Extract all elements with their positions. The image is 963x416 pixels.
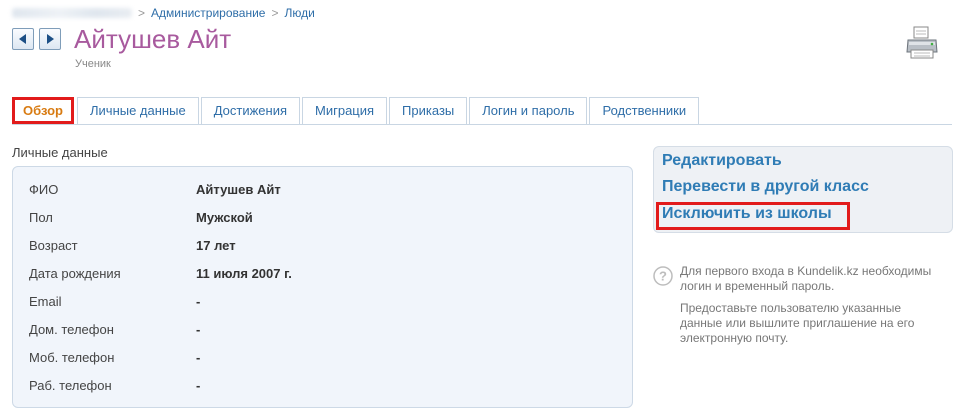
info-row-age: Возраст 17 лет [29, 235, 619, 255]
breadcrumb: > Администрирование > Люди [12, 6, 315, 20]
info-label: Email [29, 293, 62, 309]
breadcrumb-separator: > [138, 6, 146, 20]
tab-orders[interactable]: Приказы [389, 97, 468, 124]
breadcrumb-blurred-school [12, 8, 132, 18]
info-label: ФИО [29, 181, 59, 197]
tab-overview[interactable]: Обзор [12, 97, 74, 124]
record-navigation [12, 28, 61, 50]
info-row-gender: Пол Мужской [29, 207, 619, 227]
page-title: Айтушев Айт [74, 24, 232, 54]
help-icon: ? [653, 266, 673, 291]
svg-text:?: ? [659, 269, 667, 284]
info-row-work-phone: Раб. телефон - [29, 375, 619, 395]
next-button[interactable] [39, 28, 61, 50]
info-value: 11 июля 2007 г. [196, 265, 292, 281]
breadcrumb-people-link[interactable]: Люди [284, 6, 314, 20]
info-label: Дом. телефон [29, 321, 114, 337]
tab-migration[interactable]: Миграция [302, 97, 388, 124]
info-label: Раб. телефон [29, 377, 112, 393]
info-value: 17 лет [196, 237, 236, 253]
page-subtitle: Ученик [75, 58, 111, 70]
arrow-left-icon [19, 34, 26, 44]
arrow-right-icon [47, 34, 54, 44]
info-row-home-phone: Дом. телефон - [29, 319, 619, 339]
info-label: Дата рождения [29, 265, 121, 281]
info-value: - [196, 377, 201, 393]
actions-panel: Редактировать Перевести в другой класс И… [653, 146, 953, 233]
info-value: Айтушев Айт [196, 181, 281, 197]
breadcrumb-administration-link[interactable]: Администрирование [151, 6, 265, 20]
transfer-class-link[interactable]: Перевести в другой класс [662, 178, 869, 196]
expel-from-school-link[interactable]: Исключить из школы [662, 205, 832, 223]
info-label: Пол [29, 209, 53, 225]
page: > Администрирование > Люди Айтушев Айт У… [0, 0, 963, 416]
info-label: Моб. телефон [29, 349, 115, 365]
info-row-mobile-phone: Моб. телефон - [29, 347, 619, 367]
edit-link[interactable]: Редактировать [662, 152, 782, 170]
info-row-email: Email - [29, 291, 619, 311]
info-row-full-name: ФИО Айтушев Айт [29, 179, 619, 199]
tab-login-password[interactable]: Логин и пароль [469, 97, 588, 124]
info-value: - [196, 321, 201, 337]
help-text-invite: Предоставьте пользователю указанные данн… [680, 301, 915, 345]
tab-achievements[interactable]: Достижения [200, 97, 300, 124]
tab-bar: Обзор Личные данные Достижения Миграция … [12, 97, 952, 125]
info-row-birth-date: Дата рождения 11 июля 2007 г. [29, 263, 619, 283]
previous-button[interactable] [12, 28, 34, 50]
info-value: - [196, 293, 201, 309]
breadcrumb-separator: > [271, 6, 279, 20]
printer-icon [906, 26, 938, 59]
personal-data-heading: Личные данные [12, 145, 108, 160]
info-value: - [196, 349, 201, 365]
personal-data-card: ФИО Айтушев Айт Пол Мужской Возраст 17 л… [12, 166, 633, 408]
help-text-login: Для первого входа в Kundelik.kz необходи… [680, 264, 932, 293]
tab-relatives[interactable]: Родственники [589, 97, 700, 124]
info-label: Возраст [29, 237, 78, 253]
tab-personal-data[interactable]: Личные данные [77, 97, 199, 124]
print-button[interactable] [906, 26, 938, 65]
info-value: Мужской [196, 209, 253, 225]
